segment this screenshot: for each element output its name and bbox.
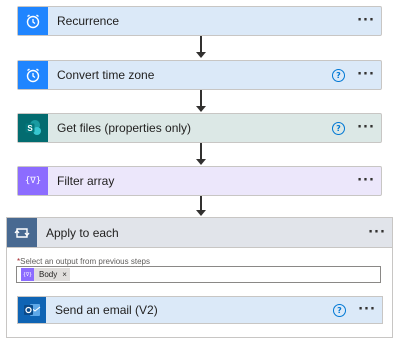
filter-array-glyph: {∇} bbox=[24, 176, 42, 186]
more-options-icon[interactable]: ··· bbox=[357, 68, 375, 81]
outlook-icon bbox=[18, 297, 46, 323]
sharepoint-letter: S bbox=[27, 124, 33, 133]
arrow-head bbox=[196, 159, 206, 165]
recurrence-card[interactable]: Recurrence ··· bbox=[17, 6, 382, 36]
alarm-clock-icon bbox=[18, 61, 48, 89]
arrow-head bbox=[196, 52, 206, 58]
get-files-card[interactable]: S Get files (properties only) ? ··· bbox=[17, 113, 382, 143]
filter-array-icon: {∇} bbox=[21, 268, 34, 281]
field-label: *Select an output from previous steps bbox=[17, 257, 150, 266]
help-icon[interactable]: ? bbox=[332, 121, 345, 135]
output-select-field[interactable]: {∇} Body × bbox=[16, 266, 381, 283]
help-icon[interactable]: ? bbox=[332, 68, 345, 82]
step-title: Get files (properties only) bbox=[57, 121, 192, 135]
sharepoint-icon: S bbox=[18, 114, 48, 142]
connector-arrow bbox=[200, 196, 202, 211]
filter-array-card[interactable]: {∇} Filter array ··· bbox=[17, 166, 382, 196]
send-email-card[interactable]: Send an email (V2) ? ··· bbox=[17, 296, 383, 324]
token-label: Body bbox=[39, 270, 58, 279]
apply-to-each-scope: Apply to each ··· *Select an output from… bbox=[6, 217, 393, 338]
more-options-icon[interactable]: ··· bbox=[357, 174, 375, 187]
step-title: Convert time zone bbox=[57, 68, 155, 82]
more-options-icon[interactable]: ··· bbox=[358, 303, 376, 316]
help-icon[interactable]: ? bbox=[333, 303, 346, 317]
step-title: Filter array bbox=[57, 174, 115, 188]
more-options-icon[interactable]: ··· bbox=[357, 121, 375, 134]
filter-array-icon: {∇} bbox=[18, 167, 48, 195]
arrow-head bbox=[196, 106, 206, 112]
body-token[interactable]: {∇} Body × bbox=[21, 268, 70, 281]
step-title: Recurrence bbox=[57, 14, 120, 28]
apply-to-each-header[interactable]: Apply to each ··· bbox=[7, 218, 392, 248]
loop-icon bbox=[7, 218, 37, 247]
token-icon-glyph: {∇} bbox=[22, 271, 33, 278]
step-title: Send an email (V2) bbox=[55, 303, 158, 317]
remove-token-icon[interactable]: × bbox=[62, 270, 67, 279]
apply-to-each-title: Apply to each bbox=[46, 225, 119, 240]
arrow-head bbox=[196, 210, 206, 216]
field-label-text: Select an output from previous steps bbox=[20, 257, 150, 266]
more-options-icon[interactable]: ··· bbox=[357, 14, 375, 27]
convert-time-zone-card[interactable]: Convert time zone ? ··· bbox=[17, 60, 382, 90]
more-options-icon[interactable]: ··· bbox=[368, 226, 386, 239]
alarm-clock-icon bbox=[18, 7, 48, 35]
